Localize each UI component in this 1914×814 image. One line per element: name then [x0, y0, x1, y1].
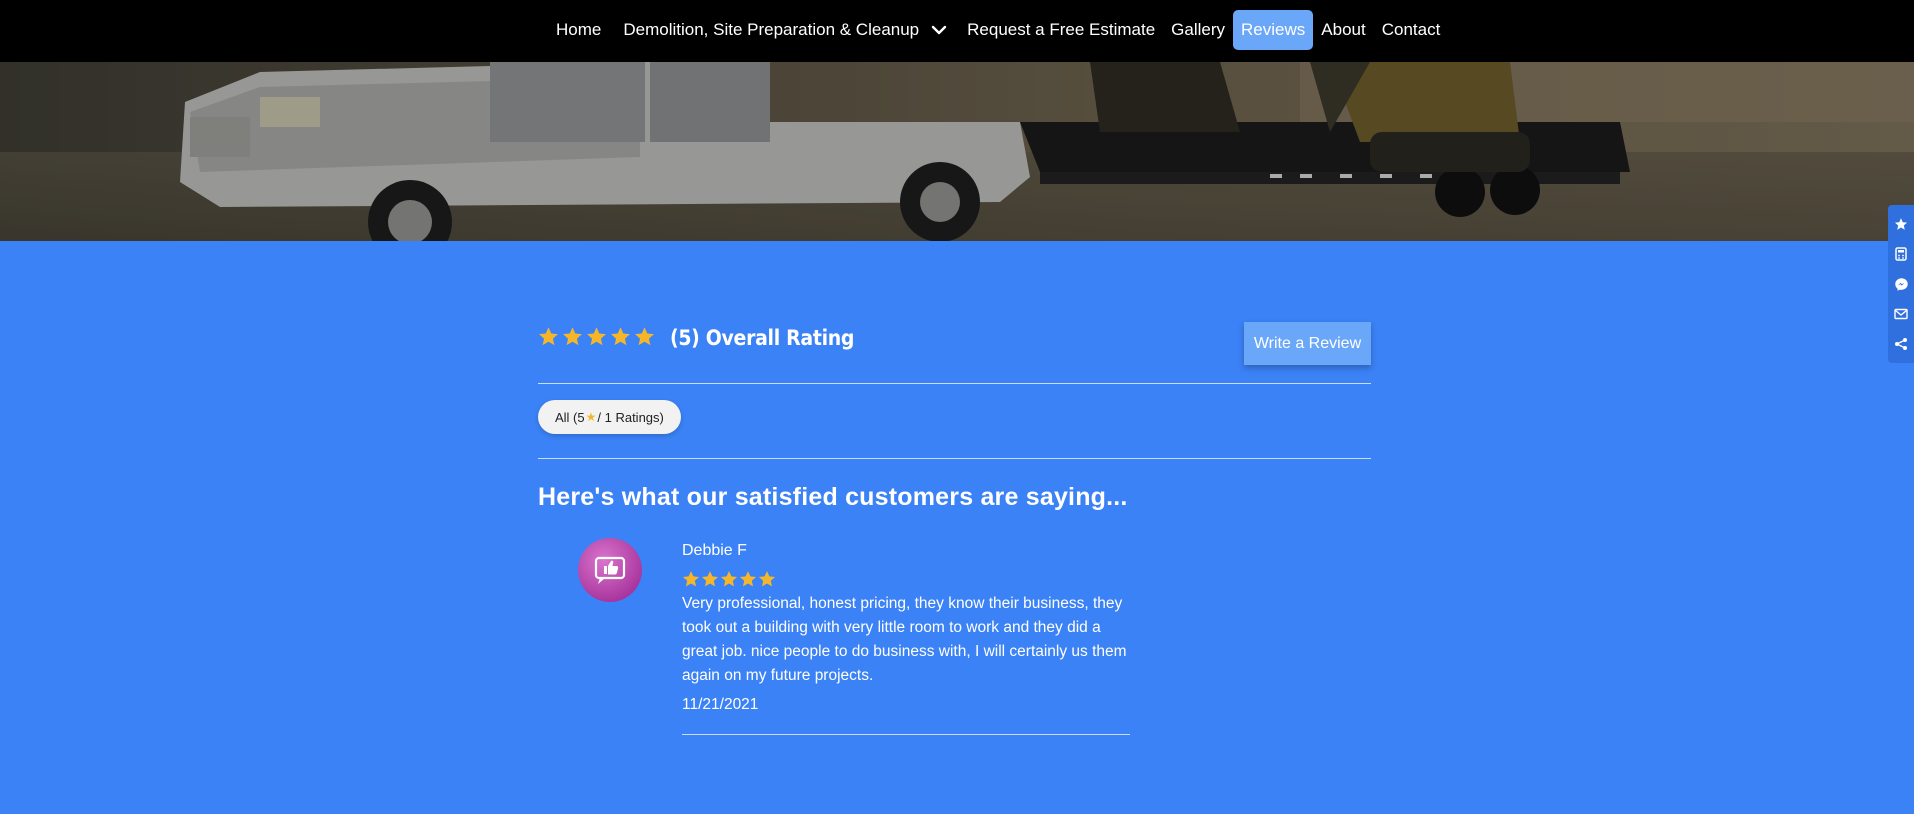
star-icon: [635, 327, 654, 346]
thumbs-up-chat-icon: [594, 556, 626, 584]
star-icon[interactable]: [1891, 212, 1911, 236]
nav-reviews[interactable]: Reviews: [1233, 10, 1314, 50]
nav-gallery-label: Gallery: [1171, 20, 1226, 39]
messenger-icon[interactable]: [1891, 272, 1911, 296]
review-body: Debbie F Very professional, honest prici…: [682, 538, 1130, 735]
star-icon: [758, 571, 776, 587]
star-icon: [611, 327, 630, 346]
nav-gallery[interactable]: Gallery: [1163, 10, 1233, 50]
filter-all-ratings[interactable]: All (5 ★/ 1 Ratings): [538, 400, 681, 434]
overall-rating-label: (5) Overall Rating: [670, 326, 855, 350]
filter-prefix: All (5: [555, 409, 585, 425]
nav-demolition-label: Demolition, Site Preparation & Cleanup: [623, 20, 920, 39]
hero-overlay: [0, 62, 1914, 241]
write-review-button[interactable]: Write a Review: [1244, 322, 1371, 365]
nav-about[interactable]: About: [1313, 10, 1373, 50]
filter-suffix: / 1 Ratings): [597, 409, 664, 425]
share-icon[interactable]: [1891, 332, 1911, 356]
star-icon: [739, 571, 757, 587]
nav-home[interactable]: Home: [548, 10, 609, 50]
star-icon: [701, 571, 719, 587]
review-text: Very professional, honest pricing, they …: [682, 595, 1127, 684]
star-icon: ★: [585, 410, 597, 424]
avatar: [578, 538, 642, 602]
nav-home-label: Home: [556, 20, 602, 39]
nav-contact-label: Contact: [1381, 20, 1441, 39]
star-icon: [720, 571, 738, 587]
review-stars: [682, 570, 1130, 588]
nav-estimate-label: Request a Free Estimate: [967, 20, 1156, 39]
reviewer-name: Debbie F: [682, 542, 747, 559]
nav-contact[interactable]: Contact: [1374, 10, 1449, 50]
mail-icon[interactable]: [1891, 302, 1911, 326]
section-title: Here's what our satisfied customers are …: [538, 483, 1128, 511]
nav-estimate[interactable]: Request a Free Estimate: [959, 10, 1163, 50]
rating-summary: (5) Overall Rating Write a Review: [538, 290, 1371, 365]
reviews-section: (5) Overall Rating Write a Review All (5…: [538, 290, 1371, 735]
calculator-icon[interactable]: [1891, 242, 1911, 266]
nav-menu: Home Demolition, Site Preparation & Clea…: [548, 10, 1448, 50]
nav-reviews-label: Reviews: [1241, 20, 1306, 39]
star-icon: [587, 327, 606, 346]
overall-stars: [538, 326, 655, 347]
star-icon: [563, 327, 582, 346]
nav-about-label: About: [1321, 20, 1366, 39]
side-toolbar: [1888, 205, 1914, 363]
divider: [682, 734, 1130, 735]
review-date: 11/21/2021: [682, 696, 759, 713]
chevron-down-icon[interactable]: [929, 20, 949, 40]
star-icon: [682, 571, 700, 587]
divider: [538, 458, 1371, 459]
nav-demolition[interactable]: Demolition, Site Preparation & Cleanup: [615, 10, 959, 50]
hero-image: [0, 62, 1914, 241]
star-icon: [539, 327, 558, 346]
divider: [538, 383, 1371, 384]
top-navigation: Home Demolition, Site Preparation & Clea…: [0, 0, 1914, 62]
